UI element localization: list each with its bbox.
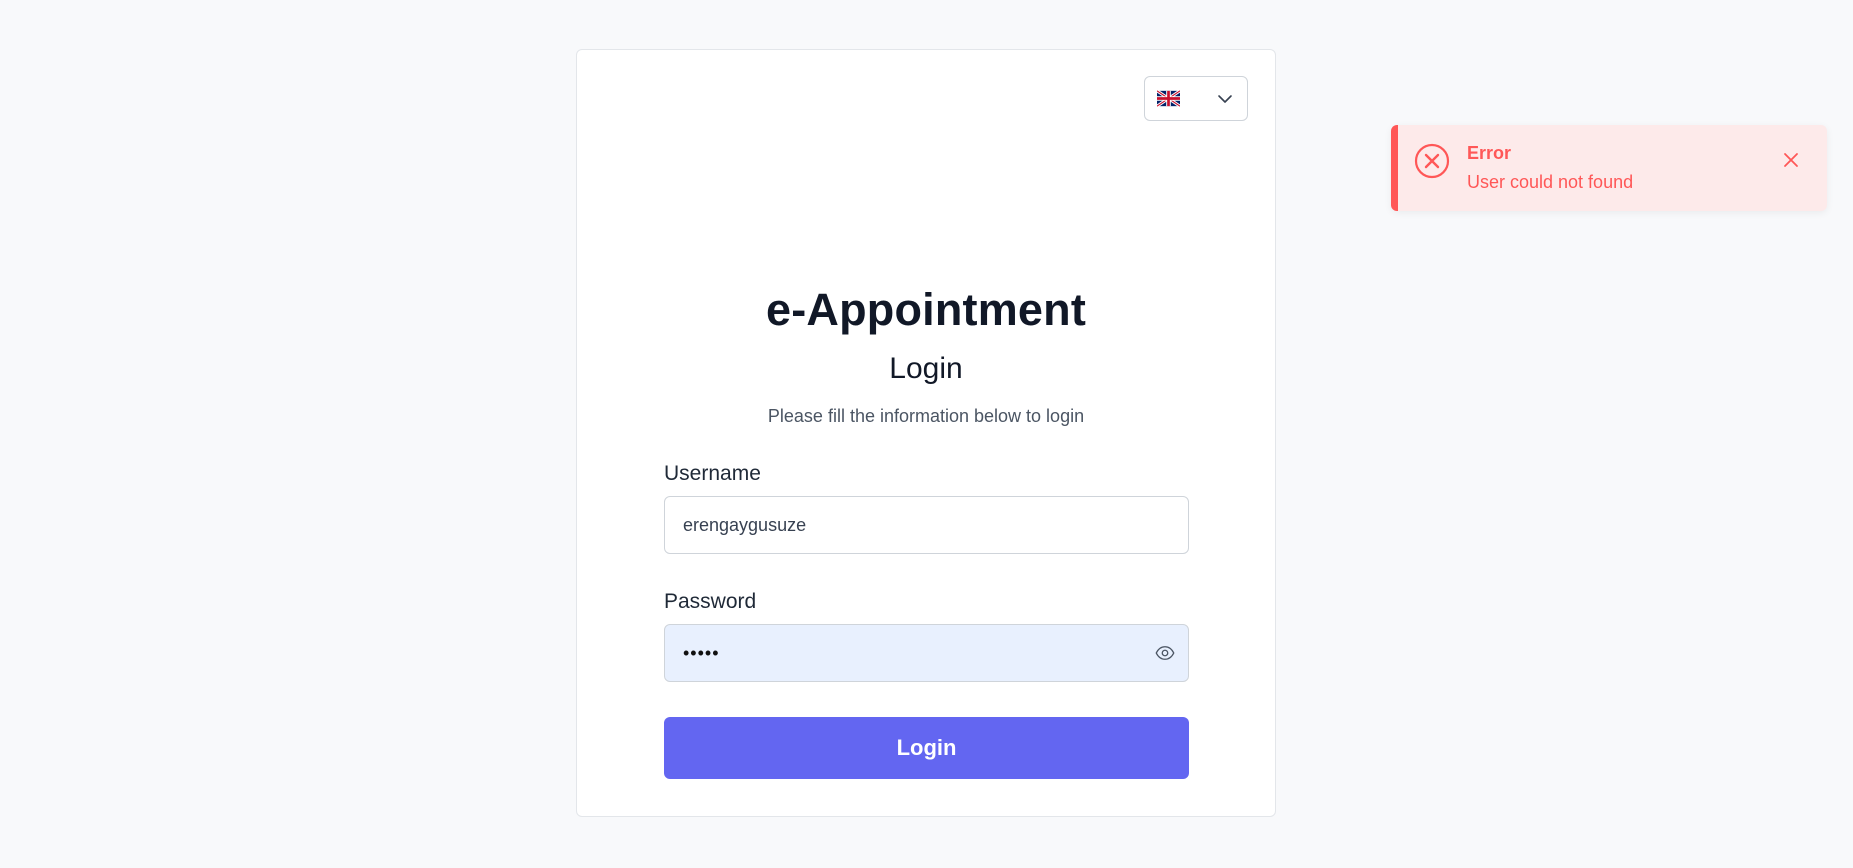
close-icon[interactable] xyxy=(1781,150,1801,170)
language-select[interactable] xyxy=(1144,76,1248,121)
chevron-down-icon xyxy=(1218,94,1232,103)
login-subtitle: Please fill the information below to log… xyxy=(767,406,1085,426)
error-toast: Error User could not found xyxy=(1391,125,1827,211)
toast-message: User could not found xyxy=(1467,172,1634,192)
login-heading: Login xyxy=(889,352,963,385)
error-circle-x-icon xyxy=(1414,143,1450,179)
toast-accent-bar xyxy=(1391,125,1398,211)
username-input[interactable] xyxy=(664,496,1189,554)
login-card: e-Appointment Login Please fill the info… xyxy=(576,49,1276,817)
show-password-eye-icon[interactable] xyxy=(1155,643,1175,663)
toast-title: Error xyxy=(1467,143,1512,163)
app-title: e-Appointment xyxy=(765,284,1087,335)
username-label: Username xyxy=(664,462,761,485)
uk-flag-icon xyxy=(1157,90,1180,107)
password-label: Password xyxy=(664,590,757,613)
password-input[interactable] xyxy=(664,624,1189,682)
login-button[interactable]: Login xyxy=(664,717,1189,779)
